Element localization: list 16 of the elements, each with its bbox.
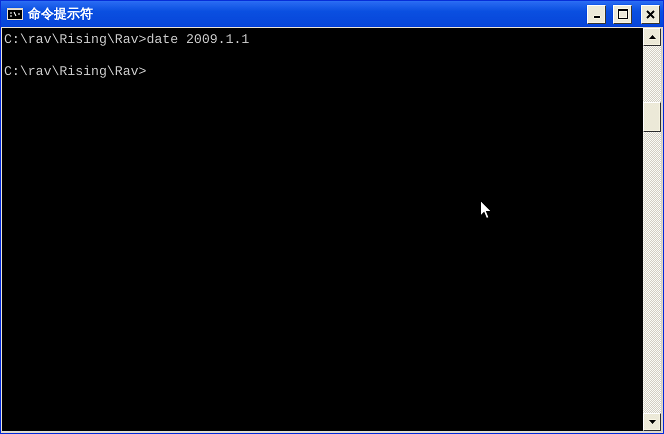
mouse-pointer-icon [480,200,492,219]
up-arrow-icon [648,35,656,39]
minimize-button[interactable] [587,4,606,24]
scroll-down-button[interactable] [643,413,661,431]
scrollbar[interactable] [643,28,661,431]
maximize-icon [618,9,628,19]
maximize-button[interactable] [613,4,632,24]
close-icon [646,10,655,18]
scroll-thumb[interactable] [643,102,661,132]
console-icon [7,8,23,20]
close-button[interactable] [641,4,660,24]
console-line: C:\rav\Rising\Rav> [4,64,148,80]
console-line: C:\rav\Rising\Rav>date 2009.1.1 [4,32,250,48]
scroll-up-button[interactable] [643,28,661,46]
down-arrow-icon [648,420,656,424]
window-title: 命令提示符 [28,6,93,23]
